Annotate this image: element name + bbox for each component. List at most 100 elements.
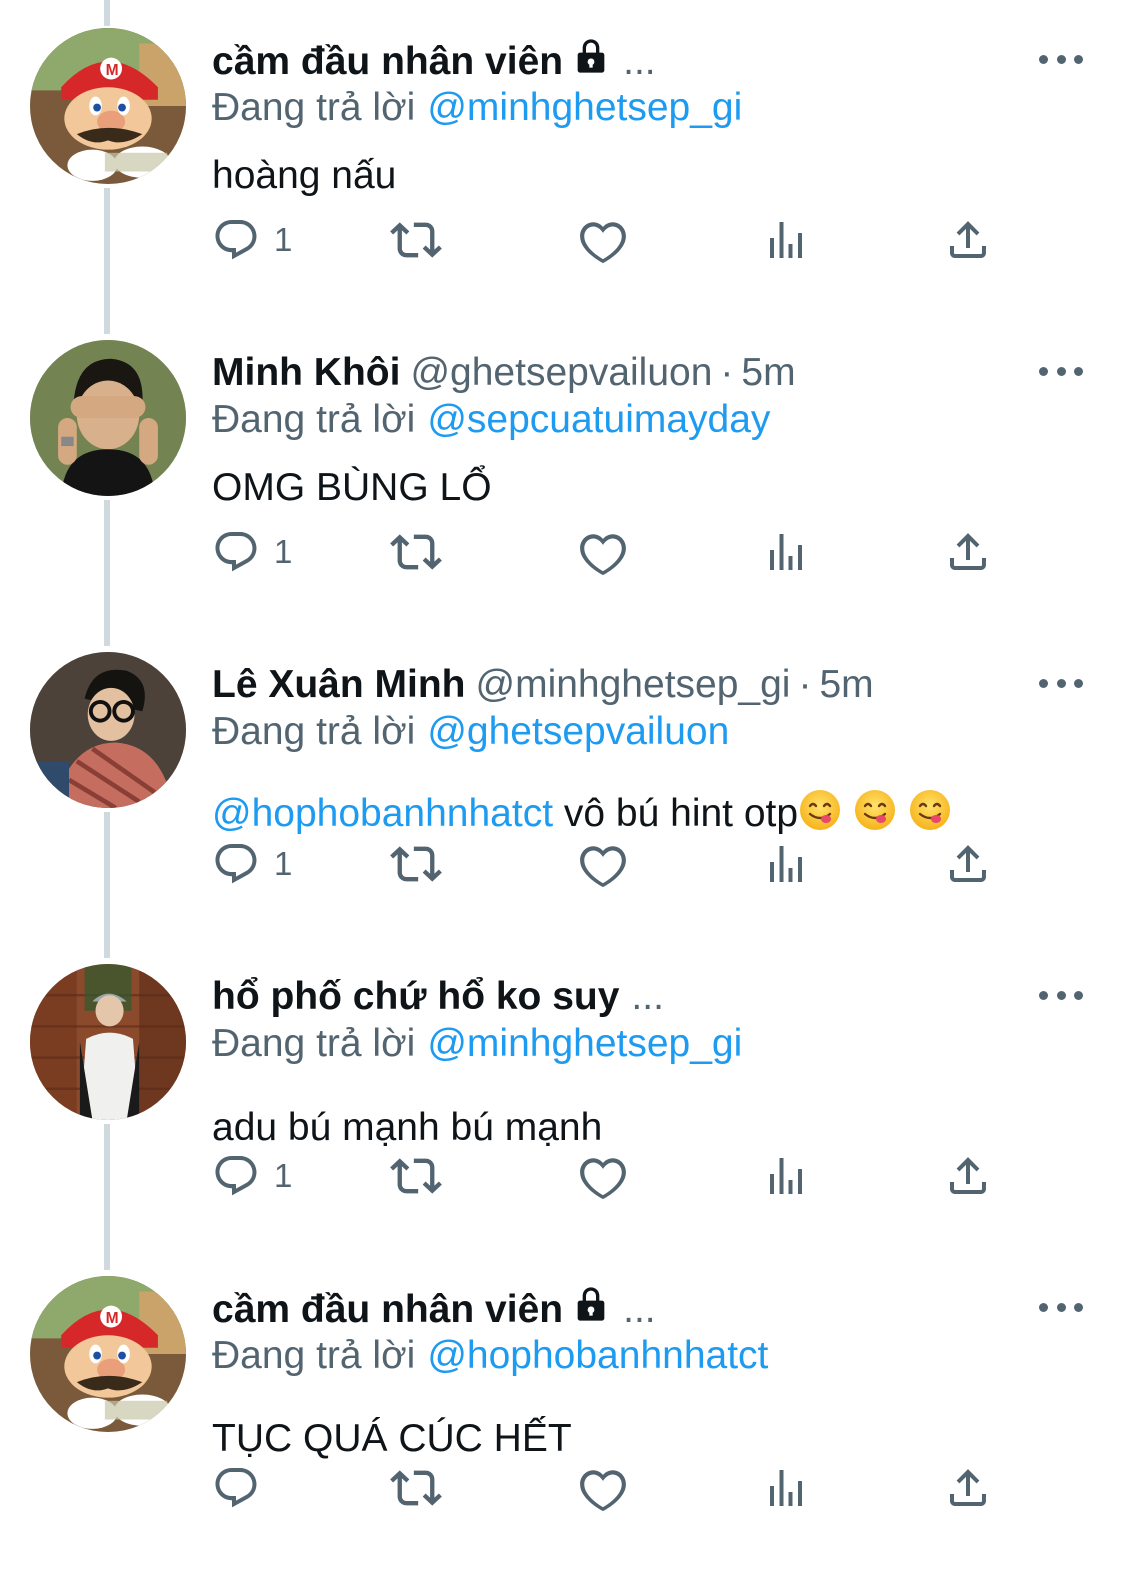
- share-icon: [944, 1152, 992, 1200]
- tweet-text: TỤC QUÁ CÚC HẾT: [212, 1414, 572, 1464]
- share-icon: [944, 528, 992, 576]
- replying-to-label: Đang trả lời: [212, 1022, 416, 1065]
- retweet-icon: [390, 214, 442, 266]
- reply-button[interactable]: 1: [212, 1146, 292, 1206]
- views-icon: [762, 528, 810, 576]
- tweet-text: hoàng nấu: [212, 151, 396, 201]
- replying-to-handle[interactable]: @minhghetsep_gi: [427, 1022, 742, 1065]
- tweet-text-content: vô bú hint otp: [563, 792, 799, 835]
- tweet-header: cầm đầu nhân viên...: [212, 1284, 1015, 1334]
- views-button[interactable]: [762, 1146, 810, 1206]
- tweet[interactable]: Minh Khôi @ghetsepvailuon · 5m Đang trả lời @…: [0, 312, 1125, 624]
- tweet-actions: 1: [212, 1146, 1012, 1206]
- tweet[interactable]: hổ phố chứ hổ ko suy... Đang trả lời @minh…: [0, 936, 1125, 1248]
- name-truncation: ...: [631, 975, 664, 1018]
- avatar[interactable]: M: [30, 1276, 186, 1432]
- tweet-header: Minh Khôi @ghetsepvailuon · 5m: [212, 348, 1015, 398]
- reply-icon: [212, 216, 260, 264]
- share-icon: [944, 216, 992, 264]
- tweet[interactable]: Mcầm đầu nhân viên... Đang trả lời @hophob…: [0, 1248, 1125, 1560]
- like-button[interactable]: [578, 210, 628, 270]
- more-options-button[interactable]: [1039, 980, 1083, 1010]
- reply-button[interactable]: 1: [212, 522, 292, 582]
- retweet-button[interactable]: [390, 1146, 442, 1206]
- tweet-header: Lê Xuân Minh @minhghetsep_gi · 5m: [212, 660, 1015, 710]
- display-name[interactable]: hổ phố chứ hổ ko suy: [212, 975, 619, 1018]
- replying-to-handle[interactable]: @sepcuatuimayday: [427, 398, 770, 441]
- yum-emoji-icon: [854, 790, 895, 830]
- replying-to-handle[interactable]: @minhghetsep_gi: [427, 86, 742, 129]
- views-icon: [762, 216, 810, 264]
- views-button[interactable]: [762, 522, 810, 582]
- more-options-button[interactable]: [1039, 668, 1083, 698]
- avatar[interactable]: M: [30, 28, 186, 184]
- tweet-text-content: OMG BÙNG LỔ: [212, 466, 492, 509]
- views-button[interactable]: [762, 1458, 810, 1518]
- more-options-button[interactable]: [1039, 44, 1083, 74]
- user-handle[interactable]: @minhghetsep_gi: [476, 663, 791, 706]
- retweet-button[interactable]: [390, 210, 442, 270]
- display-name[interactable]: Minh Khôi: [212, 351, 400, 394]
- name-truncation: ...: [623, 1288, 656, 1331]
- views-icon: [762, 1464, 810, 1512]
- timestamp[interactable]: 5m: [741, 351, 795, 394]
- reply-button[interactable]: [212, 1458, 274, 1518]
- tweet-actions: [212, 1458, 1012, 1518]
- replying-to-label: Đang trả lời: [212, 398, 416, 441]
- like-icon: [578, 215, 628, 265]
- lock-icon: [577, 1287, 605, 1321]
- avatar[interactable]: [30, 964, 186, 1120]
- avatar[interactable]: [30, 340, 186, 496]
- reply-button[interactable]: 1: [212, 834, 292, 894]
- views-button[interactable]: [762, 210, 810, 270]
- like-button[interactable]: [578, 1146, 628, 1206]
- reply-icon: [212, 840, 260, 888]
- display-name[interactable]: cầm đầu nhân viên: [212, 1288, 563, 1331]
- like-icon: [578, 527, 628, 577]
- more-options-button[interactable]: [1039, 1292, 1083, 1322]
- reply-button[interactable]: 1: [212, 210, 292, 270]
- name-truncation: ...: [623, 40, 656, 83]
- display-name[interactable]: cầm đầu nhân viên: [212, 40, 563, 83]
- retweet-button[interactable]: [390, 834, 442, 894]
- separator-dot: ·: [720, 351, 734, 394]
- replying-to: Đang trả lời @minhghetsep_gi: [212, 86, 742, 130]
- tweet-text: OMG BÙNG LỔ: [212, 463, 492, 513]
- like-button[interactable]: [578, 1458, 628, 1518]
- share-button[interactable]: [944, 210, 992, 270]
- share-button[interactable]: [944, 522, 992, 582]
- mention-link[interactable]: @hophobanhnhatct: [212, 792, 553, 835]
- avatar[interactable]: [30, 652, 186, 808]
- replying-to-handle[interactable]: @hophobanhnhatct: [427, 1334, 768, 1377]
- tweet-header: cầm đầu nhân viên...: [212, 36, 1015, 86]
- tweet-text-content: hoàng nấu: [212, 154, 397, 197]
- share-button[interactable]: [944, 1458, 992, 1518]
- more-options-button[interactable]: [1039, 356, 1083, 386]
- replying-to: Đang trả lời @hophobanhnhatct: [212, 1334, 768, 1378]
- retweet-button[interactable]: [390, 1458, 442, 1518]
- retweet-button[interactable]: [390, 522, 442, 582]
- yum-emoji-icon: [800, 790, 841, 830]
- timestamp[interactable]: 5m: [819, 663, 873, 706]
- like-button[interactable]: [578, 522, 628, 582]
- svg-text:M: M: [106, 62, 119, 79]
- user-handle[interactable]: @ghetsepvailuon: [410, 351, 712, 394]
- display-name[interactable]: Lê Xuân Minh: [212, 663, 466, 706]
- share-button[interactable]: [944, 1146, 992, 1206]
- tweet[interactable]: Lê Xuân Minh @minhghetsep_gi · 5m Đang trả l…: [0, 624, 1125, 936]
- reply-count: 1: [274, 221, 293, 258]
- retweet-icon: [390, 838, 442, 890]
- tweet-header: hổ phố chứ hổ ko suy...: [212, 972, 1015, 1022]
- like-button[interactable]: [578, 834, 628, 894]
- like-icon: [578, 839, 628, 889]
- yum-emoji-icon: [909, 790, 950, 830]
- tweet-text-content: adu bú mạnh bú mạnh: [212, 1106, 603, 1149]
- views-button[interactable]: [762, 834, 810, 894]
- replying-to-handle[interactable]: @ghetsepvailuon: [427, 710, 729, 753]
- lock-icon: [577, 39, 605, 73]
- tweet[interactable]: Mcầm đầu nhân viên... Đang trả lời @minhgh…: [0, 0, 1125, 312]
- retweet-icon: [390, 526, 442, 578]
- like-icon: [578, 1463, 628, 1513]
- share-button[interactable]: [944, 834, 992, 894]
- replying-to-label: Đang trả lời: [212, 1334, 416, 1377]
